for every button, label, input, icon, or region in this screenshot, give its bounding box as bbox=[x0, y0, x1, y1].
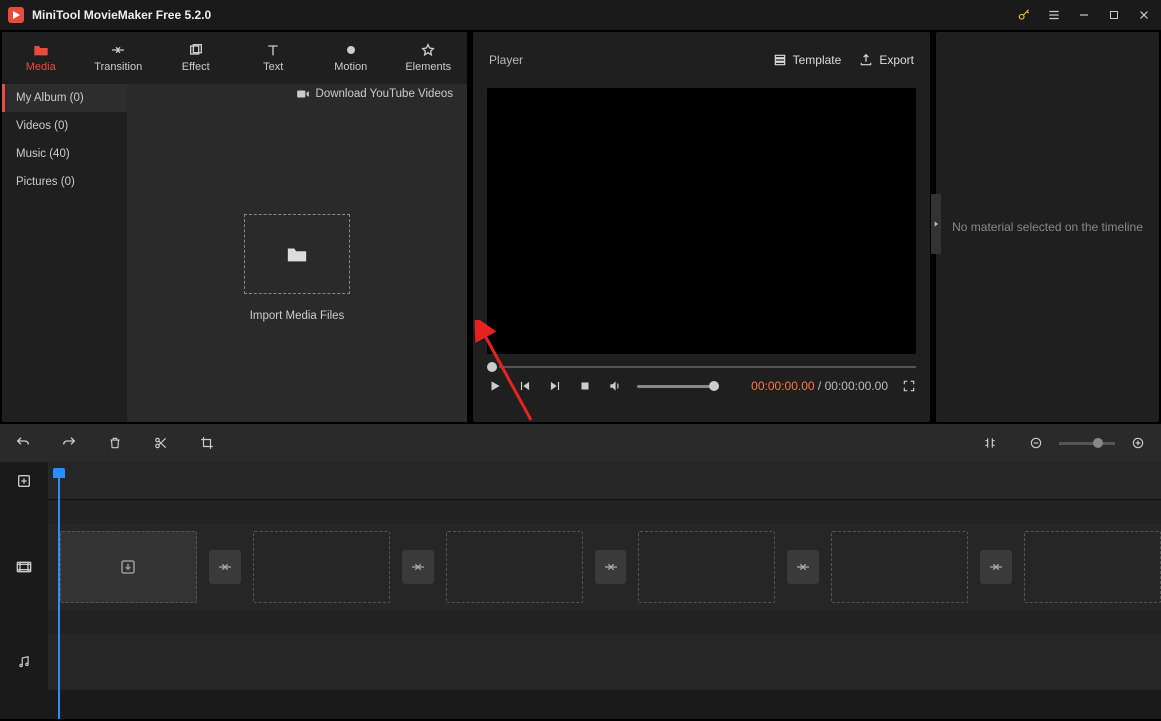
effect-icon bbox=[188, 43, 204, 57]
crop-button[interactable] bbox=[194, 430, 220, 456]
volume-thumb[interactable] bbox=[709, 381, 719, 391]
empty-clip-slot[interactable] bbox=[1024, 531, 1161, 603]
folder-icon bbox=[286, 244, 308, 264]
play-button[interactable] bbox=[487, 378, 503, 394]
app-title: MiniTool MovieMaker Free 5.2.0 bbox=[32, 8, 1015, 22]
text-icon bbox=[265, 43, 281, 57]
timeline-toolbar bbox=[0, 424, 1161, 462]
undo-button[interactable] bbox=[10, 430, 36, 456]
top-tabs: Media Transition Effect Text bbox=[2, 32, 467, 84]
download-label: Download YouTube Videos bbox=[316, 88, 453, 100]
media-area: Download YouTube Videos Import Media Fil… bbox=[127, 84, 467, 422]
next-frame-button[interactable] bbox=[547, 378, 563, 394]
folder-icon bbox=[33, 43, 49, 57]
transition-slot[interactable] bbox=[402, 550, 434, 584]
menu-icon[interactable] bbox=[1045, 6, 1063, 24]
import-label: Import Media Files bbox=[250, 310, 345, 322]
properties-panel: No material selected on the timeline bbox=[936, 32, 1159, 422]
total-time: 00:00:00.00 bbox=[825, 379, 888, 393]
download-youtube-link[interactable]: Download YouTube Videos bbox=[296, 88, 453, 100]
template-icon bbox=[773, 53, 787, 67]
maximize-button[interactable] bbox=[1105, 6, 1123, 24]
tab-text[interactable]: Text bbox=[235, 32, 313, 84]
sidebar-item-pictures[interactable]: Pictures (0) bbox=[2, 168, 127, 196]
tab-label: Transition bbox=[94, 61, 142, 73]
transition-slot[interactable] bbox=[209, 550, 241, 584]
titlebar: MiniTool MovieMaker Free 5.2.0 bbox=[0, 0, 1161, 30]
tab-effect[interactable]: Effect bbox=[157, 32, 235, 84]
timeline bbox=[0, 462, 1161, 719]
tab-label: Text bbox=[263, 61, 283, 73]
template-button[interactable]: Template bbox=[773, 53, 842, 67]
video-icon bbox=[296, 88, 310, 100]
sidebar-item-videos[interactable]: Videos (0) bbox=[2, 112, 127, 140]
current-time: 00:00:00.00 bbox=[751, 379, 814, 393]
transition-slot[interactable] bbox=[595, 550, 627, 584]
progress-track[interactable] bbox=[499, 366, 916, 368]
elements-icon bbox=[420, 43, 436, 57]
audio-track-icon bbox=[0, 634, 48, 690]
minimize-button[interactable] bbox=[1075, 6, 1093, 24]
close-button[interactable] bbox=[1135, 6, 1153, 24]
empty-clip-slot[interactable] bbox=[831, 531, 968, 603]
fullscreen-button[interactable] bbox=[902, 379, 916, 393]
redo-button[interactable] bbox=[56, 430, 82, 456]
time-separator: / bbox=[818, 379, 821, 393]
player-panel: Player Template Export 00:00:00.00 bbox=[473, 32, 930, 422]
transition-slot[interactable] bbox=[980, 550, 1012, 584]
stop-button[interactable] bbox=[577, 378, 593, 394]
player-viewport bbox=[487, 88, 916, 354]
zoom-thumb[interactable] bbox=[1093, 438, 1103, 448]
tab-motion[interactable]: Motion bbox=[312, 32, 390, 84]
empty-clip-slot[interactable] bbox=[253, 531, 390, 603]
collapse-handle[interactable] bbox=[931, 194, 941, 254]
transition-icon bbox=[110, 43, 126, 57]
download-icon bbox=[119, 558, 137, 576]
tab-media[interactable]: Media bbox=[2, 32, 80, 84]
audio-track[interactable] bbox=[48, 634, 1161, 690]
timeline-ruler[interactable] bbox=[48, 462, 1161, 500]
import-media-dropzone[interactable] bbox=[244, 214, 350, 294]
export-button[interactable]: Export bbox=[859, 53, 914, 67]
delete-button[interactable] bbox=[102, 430, 128, 456]
add-track-button[interactable] bbox=[0, 462, 48, 500]
tab-label: Motion bbox=[334, 61, 367, 73]
empty-state-text: No material selected on the timeline bbox=[952, 220, 1143, 234]
zoom-out-button[interactable] bbox=[1023, 430, 1049, 456]
video-track[interactable] bbox=[48, 524, 1161, 610]
prev-frame-button[interactable] bbox=[517, 378, 533, 394]
template-label: Template bbox=[793, 53, 842, 67]
empty-clip-slot[interactable] bbox=[60, 531, 197, 603]
app-logo bbox=[8, 7, 24, 23]
split-button[interactable] bbox=[148, 430, 174, 456]
volume-slider[interactable] bbox=[637, 385, 719, 388]
playhead[interactable] bbox=[58, 476, 60, 719]
media-panel: Media Transition Effect Text bbox=[2, 32, 467, 422]
auto-fit-button[interactable] bbox=[977, 430, 1003, 456]
tab-label: Effect bbox=[182, 61, 210, 73]
player-title: Player bbox=[489, 53, 755, 67]
volume-button[interactable] bbox=[607, 378, 623, 394]
export-icon bbox=[859, 53, 873, 67]
tab-elements[interactable]: Elements bbox=[390, 32, 468, 84]
key-icon[interactable] bbox=[1015, 6, 1033, 24]
tab-label: Media bbox=[26, 61, 56, 73]
zoom-slider[interactable] bbox=[1059, 442, 1115, 445]
tab-label: Elements bbox=[405, 61, 451, 73]
media-sidebar: My Album (0) Videos (0) Music (40) Pictu… bbox=[2, 84, 127, 422]
transition-slot[interactable] bbox=[787, 550, 819, 584]
zoom-in-button[interactable] bbox=[1125, 430, 1151, 456]
sidebar-item-music[interactable]: Music (40) bbox=[2, 140, 127, 168]
video-track-icon bbox=[0, 524, 48, 610]
empty-clip-slot[interactable] bbox=[446, 531, 583, 603]
empty-clip-slot[interactable] bbox=[638, 531, 775, 603]
sidebar-item-my-album[interactable]: My Album (0) bbox=[2, 84, 127, 112]
tab-transition[interactable]: Transition bbox=[80, 32, 158, 84]
export-label: Export bbox=[879, 53, 914, 67]
motion-icon bbox=[343, 43, 359, 57]
